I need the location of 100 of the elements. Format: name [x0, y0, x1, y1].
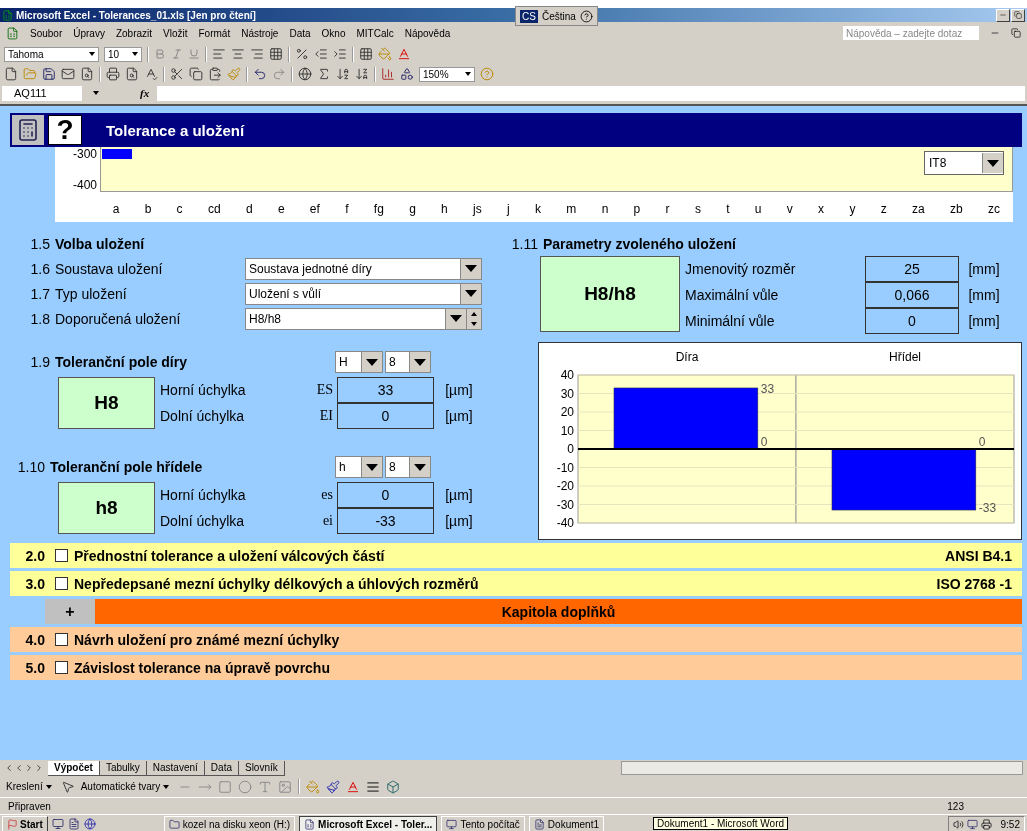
align-center-icon[interactable]: [231, 47, 245, 61]
copy-icon[interactable]: [189, 67, 203, 81]
fill-color-icon[interactable]: [378, 47, 392, 61]
checkbox[interactable]: [55, 633, 68, 646]
window-icon[interactable]: [446, 818, 458, 830]
dropdown[interactable]: 8: [385, 456, 431, 478]
checkbox[interactable]: [55, 661, 68, 674]
align-right-icon[interactable]: [250, 47, 264, 61]
window-icon[interactable]: [304, 818, 316, 830]
menu-item[interactable]: Zobrazit: [115, 27, 153, 39]
window-icon[interactable]: [533, 818, 545, 830]
dropdown-button[interactable]: [982, 153, 1003, 173]
line-color-icon[interactable]: [326, 779, 341, 794]
zoom-field[interactable]: 150%: [419, 66, 475, 82]
decrease-indent-icon[interactable]: [314, 47, 328, 61]
merge-cells-icon[interactable]: [269, 47, 283, 61]
font-color-icon[interactable]: [397, 47, 411, 61]
undo-icon[interactable]: [253, 67, 267, 81]
dropdown-button[interactable]: [460, 258, 481, 279]
menu-item[interactable]: Vložit: [163, 27, 188, 39]
document-icon[interactable]: [67, 818, 80, 830]
save-icon[interactable]: [42, 67, 56, 81]
dropdown-button[interactable]: [460, 283, 481, 304]
globe-icon[interactable]: [298, 67, 312, 81]
network-icon[interactable]: [966, 818, 978, 830]
sum-icon[interactable]: [317, 67, 331, 81]
sheet-tab[interactable]: Výpočet: [48, 760, 100, 776]
next-sheet-icon[interactable]: [24, 763, 34, 773]
name-box[interactable]: AQ111: [2, 85, 82, 101]
language-code[interactable]: CS: [520, 9, 538, 23]
menu-item[interactable]: Nápověda: [404, 27, 451, 39]
dropdown[interactable]: Uložení s vůlí: [245, 282, 482, 305]
printer-icon[interactable]: [980, 818, 992, 830]
envelope-icon[interactable]: [61, 67, 75, 81]
taskbar-button[interactable]: Tento počítač: [441, 815, 525, 831]
scrollbar[interactable]: [621, 761, 1023, 775]
sheet-tab[interactable]: Tabulky: [99, 760, 147, 776]
taskbar-button[interactable]: Microsoft Excel - Toler...: [299, 815, 438, 831]
font-size-field[interactable]: 10: [104, 46, 142, 62]
dropdown[interactable]: IT8: [924, 151, 1004, 175]
dropdown[interactable]: H8/h8: [245, 307, 482, 330]
expand-button[interactable]: +: [45, 599, 95, 624]
dropdown-button[interactable]: [361, 352, 382, 372]
spreadsheet-icon[interactable]: [6, 26, 19, 40]
window-icon[interactable]: [168, 818, 180, 830]
chart-icon[interactable]: [381, 67, 395, 81]
formula-field[interactable]: [157, 85, 1025, 101]
menu-item[interactable]: Úpravy: [73, 27, 105, 39]
help-search-field[interactable]: Nápověda – zadejte dotaz: [843, 26, 979, 40]
dropdown[interactable]: 8: [385, 351, 431, 373]
first-sheet-icon[interactable]: [4, 763, 14, 773]
previous-sheet-icon[interactable]: [14, 763, 24, 773]
sort-ascending-icon[interactable]: [336, 67, 350, 81]
speaker-icon[interactable]: [952, 818, 964, 830]
dropdown[interactable]: h: [335, 456, 383, 478]
dropdown-button[interactable]: [409, 457, 430, 477]
menu-item[interactable]: Okno: [321, 27, 346, 39]
shapes-icon[interactable]: [400, 67, 414, 81]
spell-check-icon[interactable]: [144, 67, 158, 81]
start-button[interactable]: Start: [2, 815, 48, 831]
print-preview-icon[interactable]: [125, 67, 139, 81]
dropdown[interactable]: Soustava jednotné díry: [245, 257, 482, 280]
spreadsheet-icon[interactable]: [2, 9, 13, 21]
last-sheet-icon[interactable]: [34, 763, 44, 773]
line-style-icon[interactable]: [366, 779, 381, 794]
dropdown-button[interactable]: [409, 352, 430, 372]
dropdown-button[interactable]: [445, 308, 466, 329]
language-name[interactable]: Čeština: [541, 10, 576, 22]
menu-item[interactable]: Data: [289, 27, 311, 39]
paste-icon[interactable]: [208, 67, 222, 81]
sort-descending-icon[interactable]: [355, 67, 369, 81]
font-field[interactable]: Tahoma: [4, 46, 99, 62]
align-left-icon[interactable]: [212, 47, 226, 61]
taskbar-button[interactable]: Dokument1: [528, 815, 604, 831]
spin-button[interactable]: [466, 308, 481, 329]
menu-item[interactable]: Formát: [198, 27, 231, 39]
dropdown[interactable]: H: [335, 351, 383, 373]
sheet-tab[interactable]: Data: [204, 760, 239, 776]
menu-item[interactable]: Soubor: [30, 27, 63, 39]
borders-icon[interactable]: [359, 47, 373, 61]
function-label[interactable]: fx: [140, 87, 150, 99]
font-color-icon[interactable]: [346, 779, 361, 794]
desktop-icon[interactable]: [51, 818, 64, 830]
checkbox[interactable]: [55, 577, 68, 590]
3d-icon[interactable]: [386, 779, 401, 794]
sheet-tab[interactable]: Nastavení: [146, 760, 205, 776]
fill-color-icon[interactable]: [306, 779, 321, 794]
globe-icon[interactable]: [83, 818, 96, 830]
autoshapes-menu[interactable]: Automatické tvary: [80, 781, 173, 792]
new-document-icon[interactable]: [4, 67, 18, 81]
dropdown-button[interactable]: [361, 457, 382, 477]
percent-icon[interactable]: [295, 47, 309, 61]
help-button[interactable]: ?: [48, 115, 82, 145]
draw-menu[interactable]: Kreslení: [6, 781, 55, 792]
sheet-tab[interactable]: Slovník: [238, 760, 285, 776]
printer-icon[interactable]: [106, 67, 120, 81]
restore-icon[interactable]: [1011, 28, 1021, 38]
menu-item[interactable]: MITCalc: [356, 27, 394, 39]
caret-icon[interactable]: [93, 91, 99, 95]
menu-item[interactable]: Nástroje: [241, 27, 279, 39]
